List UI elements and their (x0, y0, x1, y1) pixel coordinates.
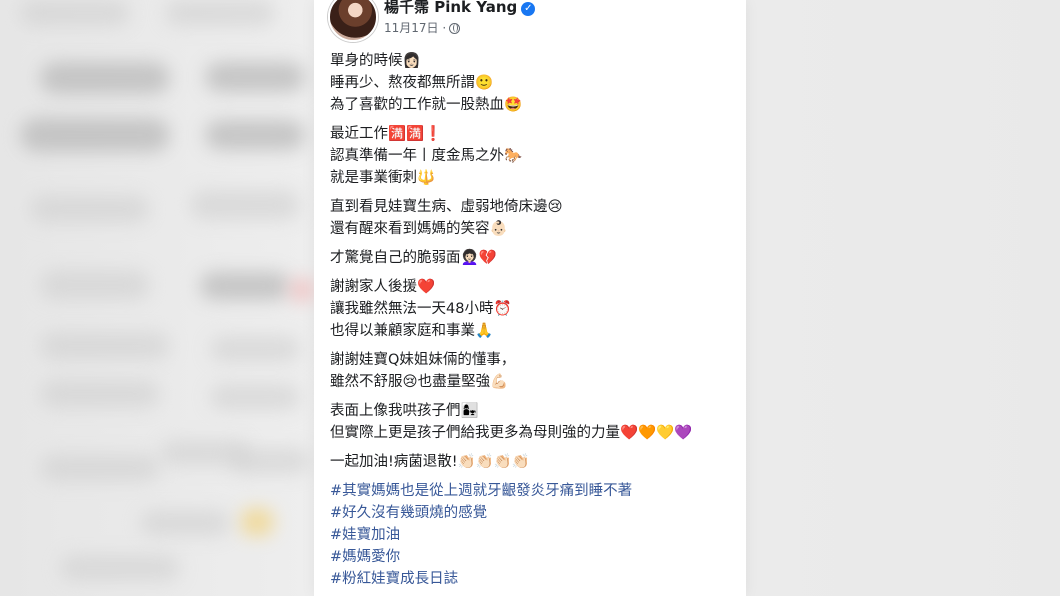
hashtag-link[interactable]: #粉紅娃寶成長日誌 (330, 568, 742, 590)
author-avatar[interactable] (328, 0, 378, 42)
facebook-post-card: 楊千霈 Pink Yang ✓ 11月17日 · 單身的時候👩🏻 睡再少、熬夜都無… (314, 0, 746, 596)
post-line: 謝謝家人後援❤️ (330, 279, 436, 295)
post-line: 一起加油!病菌退散!👏🏻👏🏻👏🏻👏🏻 (330, 454, 530, 470)
post-meta: 11月17日 · (384, 19, 461, 36)
post-line: 睡再少、熬夜都無所謂🙂 (330, 75, 494, 91)
post-line: 為了喜歡的工作就一股熱血🤩 (330, 97, 523, 113)
post-line: 雖然不舒服😢也盡量堅強💪🏻 (330, 374, 509, 390)
author-name[interactable]: 楊千霈 Pink Yang (384, 0, 517, 16)
hashtag-link[interactable]: #媽媽愛你 (330, 546, 742, 568)
post-body: 單身的時候👩🏻 睡再少、熬夜都無所謂🙂 為了喜歡的工作就一股熱血🤩 最近工作🈵🈵… (330, 50, 742, 590)
hashtag-link[interactable]: #好久沒有幾頭燒的感覺 (330, 502, 742, 524)
author-name-row: 楊千霈 Pink Yang ✓ (384, 0, 536, 17)
post-line: 讓我雖然無法一天48小時⏰ (330, 301, 512, 317)
post-header: 楊千霈 Pink Yang ✓ 11月17日 · (328, 0, 738, 44)
post-line: 認真準備一年丨度金馬之外🐎 (330, 148, 523, 164)
post-line: 最近工作🈵🈵❗ (330, 126, 443, 142)
post-date[interactable]: 11月17日 (384, 21, 439, 35)
hashtag-link[interactable]: #其實媽媽也是從上週就牙齦發炎牙痛到睡不著 (330, 480, 742, 502)
post-line: 才驚覺自己的脆弱面👩🏻‍🦱💔 (330, 250, 497, 266)
post-line: 表面上像我哄孩子們👩‍👧 (330, 403, 479, 419)
post-line: 單身的時候👩🏻 (330, 53, 421, 69)
public-globe-icon (449, 23, 461, 34)
post-line: 謝謝娃寶Q妹姐妹倆的懂事， (330, 352, 516, 368)
post-line: 就是事業衝刺🔱 (330, 170, 436, 186)
post-line: 但實際上更是孩子們給我更多為母則強的力量❤️🧡💛💜 (330, 425, 693, 441)
hashtag-link[interactable]: #娃寶加油 (330, 524, 742, 546)
post-line: 還有醒來看到媽媽的笑容👶🏻 (330, 221, 508, 237)
verified-badge-icon: ✓ (521, 2, 536, 16)
post-line: 直到看見娃寶生病、虛弱地倚床邊😢 (330, 199, 563, 215)
post-line: 也得以兼顧家庭和事業🙏 (330, 323, 494, 339)
